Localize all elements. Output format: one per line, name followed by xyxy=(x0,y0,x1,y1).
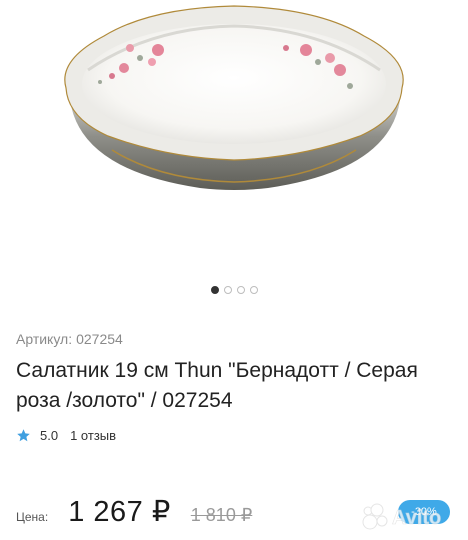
star-icon xyxy=(17,429,30,442)
price-row: Цена: 1 267 ₽ 1 810 ₽ xyxy=(16,494,252,529)
product-sku: Артикул: 027254 xyxy=(16,331,123,347)
svg-text:Avito: Avito xyxy=(392,507,441,529)
gallery-pagination xyxy=(0,286,468,294)
product-title: Салатник 19 см Thun "Бернадотт / Серая р… xyxy=(16,359,418,412)
gallery-dot-2[interactable] xyxy=(223,286,232,294)
reviews-link[interactable]: 1 отзыв xyxy=(70,428,116,443)
rating-value: 5.0 xyxy=(40,428,59,443)
sku-value: 027254 xyxy=(76,331,123,347)
current-price: 1 267 ₽ xyxy=(68,496,171,528)
product-image[interactable] xyxy=(0,0,468,280)
avito-watermark-logo: Avito xyxy=(362,503,442,530)
sku-label: Артикул: xyxy=(16,331,73,347)
gallery-dot-4[interactable] xyxy=(249,286,258,294)
product-rating[interactable]: 5.0 1 отзыв xyxy=(16,428,116,443)
gallery-dot-3[interactable] xyxy=(236,286,245,294)
product-image-gallery[interactable] xyxy=(0,0,468,310)
old-price: 1 810 ₽ xyxy=(190,505,253,525)
price-label: Цена: xyxy=(16,510,49,524)
gallery-dot-1[interactable] xyxy=(210,286,219,294)
